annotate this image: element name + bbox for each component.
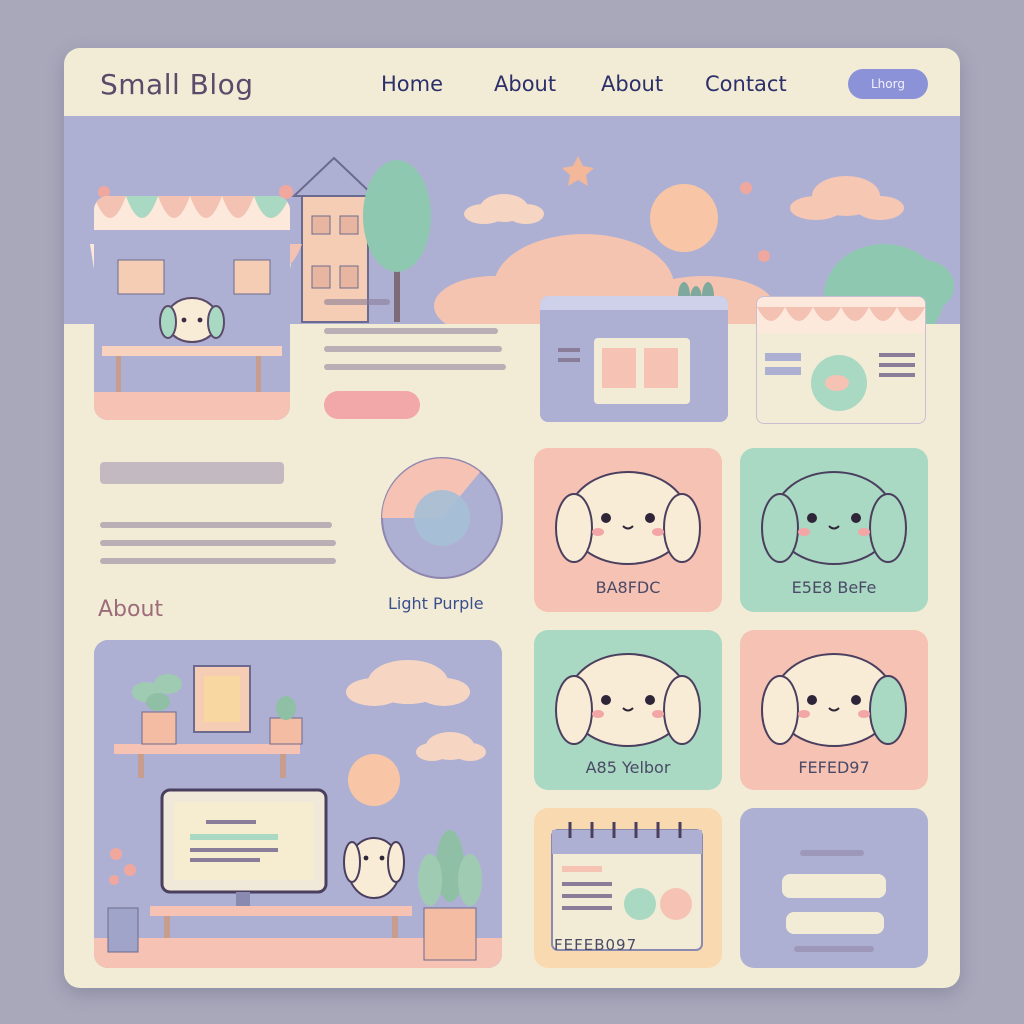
swatch-label-1: BA8FDC (595, 578, 661, 597)
nav-link-home[interactable]: Home (381, 72, 443, 96)
nav-link-about[interactable]: About (494, 72, 556, 96)
calendar-card[interactable]: FEFEB097 (534, 808, 722, 968)
bunny-icon (555, 471, 701, 565)
nav-link-about-2[interactable]: About (601, 72, 663, 96)
page-frame: Small Blog Home About About Contact Lhor… (64, 48, 960, 988)
swatch-card-2[interactable]: E5E8 BeFe (740, 448, 928, 612)
top-nav: Small Blog Home About About Contact Lhor… (64, 48, 960, 116)
site-title[interactable]: Small Blog (100, 68, 254, 101)
shop-illustration-card (94, 196, 290, 420)
about-heading: About (98, 597, 164, 622)
swatch-label-2: E5E8 BeFe (791, 578, 877, 597)
calendar-label: FEFEB097 (554, 936, 638, 954)
swatch-card-4[interactable]: FEFED97 (740, 630, 928, 790)
about-illustration-card (94, 640, 502, 968)
form-field-1[interactable] (782, 874, 886, 898)
swatch-card-3[interactable]: A85 Yelbor (534, 630, 722, 790)
bunny-icon (761, 471, 907, 565)
preview-card-1[interactable] (540, 296, 728, 422)
swatch-label-4: FEFED97 (798, 758, 870, 777)
swatch-label-3: A85 Yelbor (585, 758, 671, 777)
sun-icon (348, 754, 400, 806)
nav-action-button[interactable]: Lhorg (848, 69, 928, 99)
preview-card-2[interactable] (756, 296, 926, 424)
bunny-icon (555, 653, 701, 747)
color-wheel[interactable] (380, 456, 504, 580)
blurred-heading (100, 462, 284, 484)
form-card (740, 808, 928, 968)
swatch-card-1[interactable]: BA8FDC (534, 448, 722, 612)
sun-icon (650, 184, 718, 252)
workspace-illustration (94, 640, 502, 968)
nav-link-contact[interactable]: Contact (705, 72, 787, 96)
monitor-icon (160, 788, 328, 908)
color-wheel-label: Light Purple (388, 594, 484, 613)
form-field-2[interactable] (786, 912, 884, 934)
intro-cta-button[interactable] (324, 391, 420, 419)
bunny-icon (761, 653, 907, 747)
